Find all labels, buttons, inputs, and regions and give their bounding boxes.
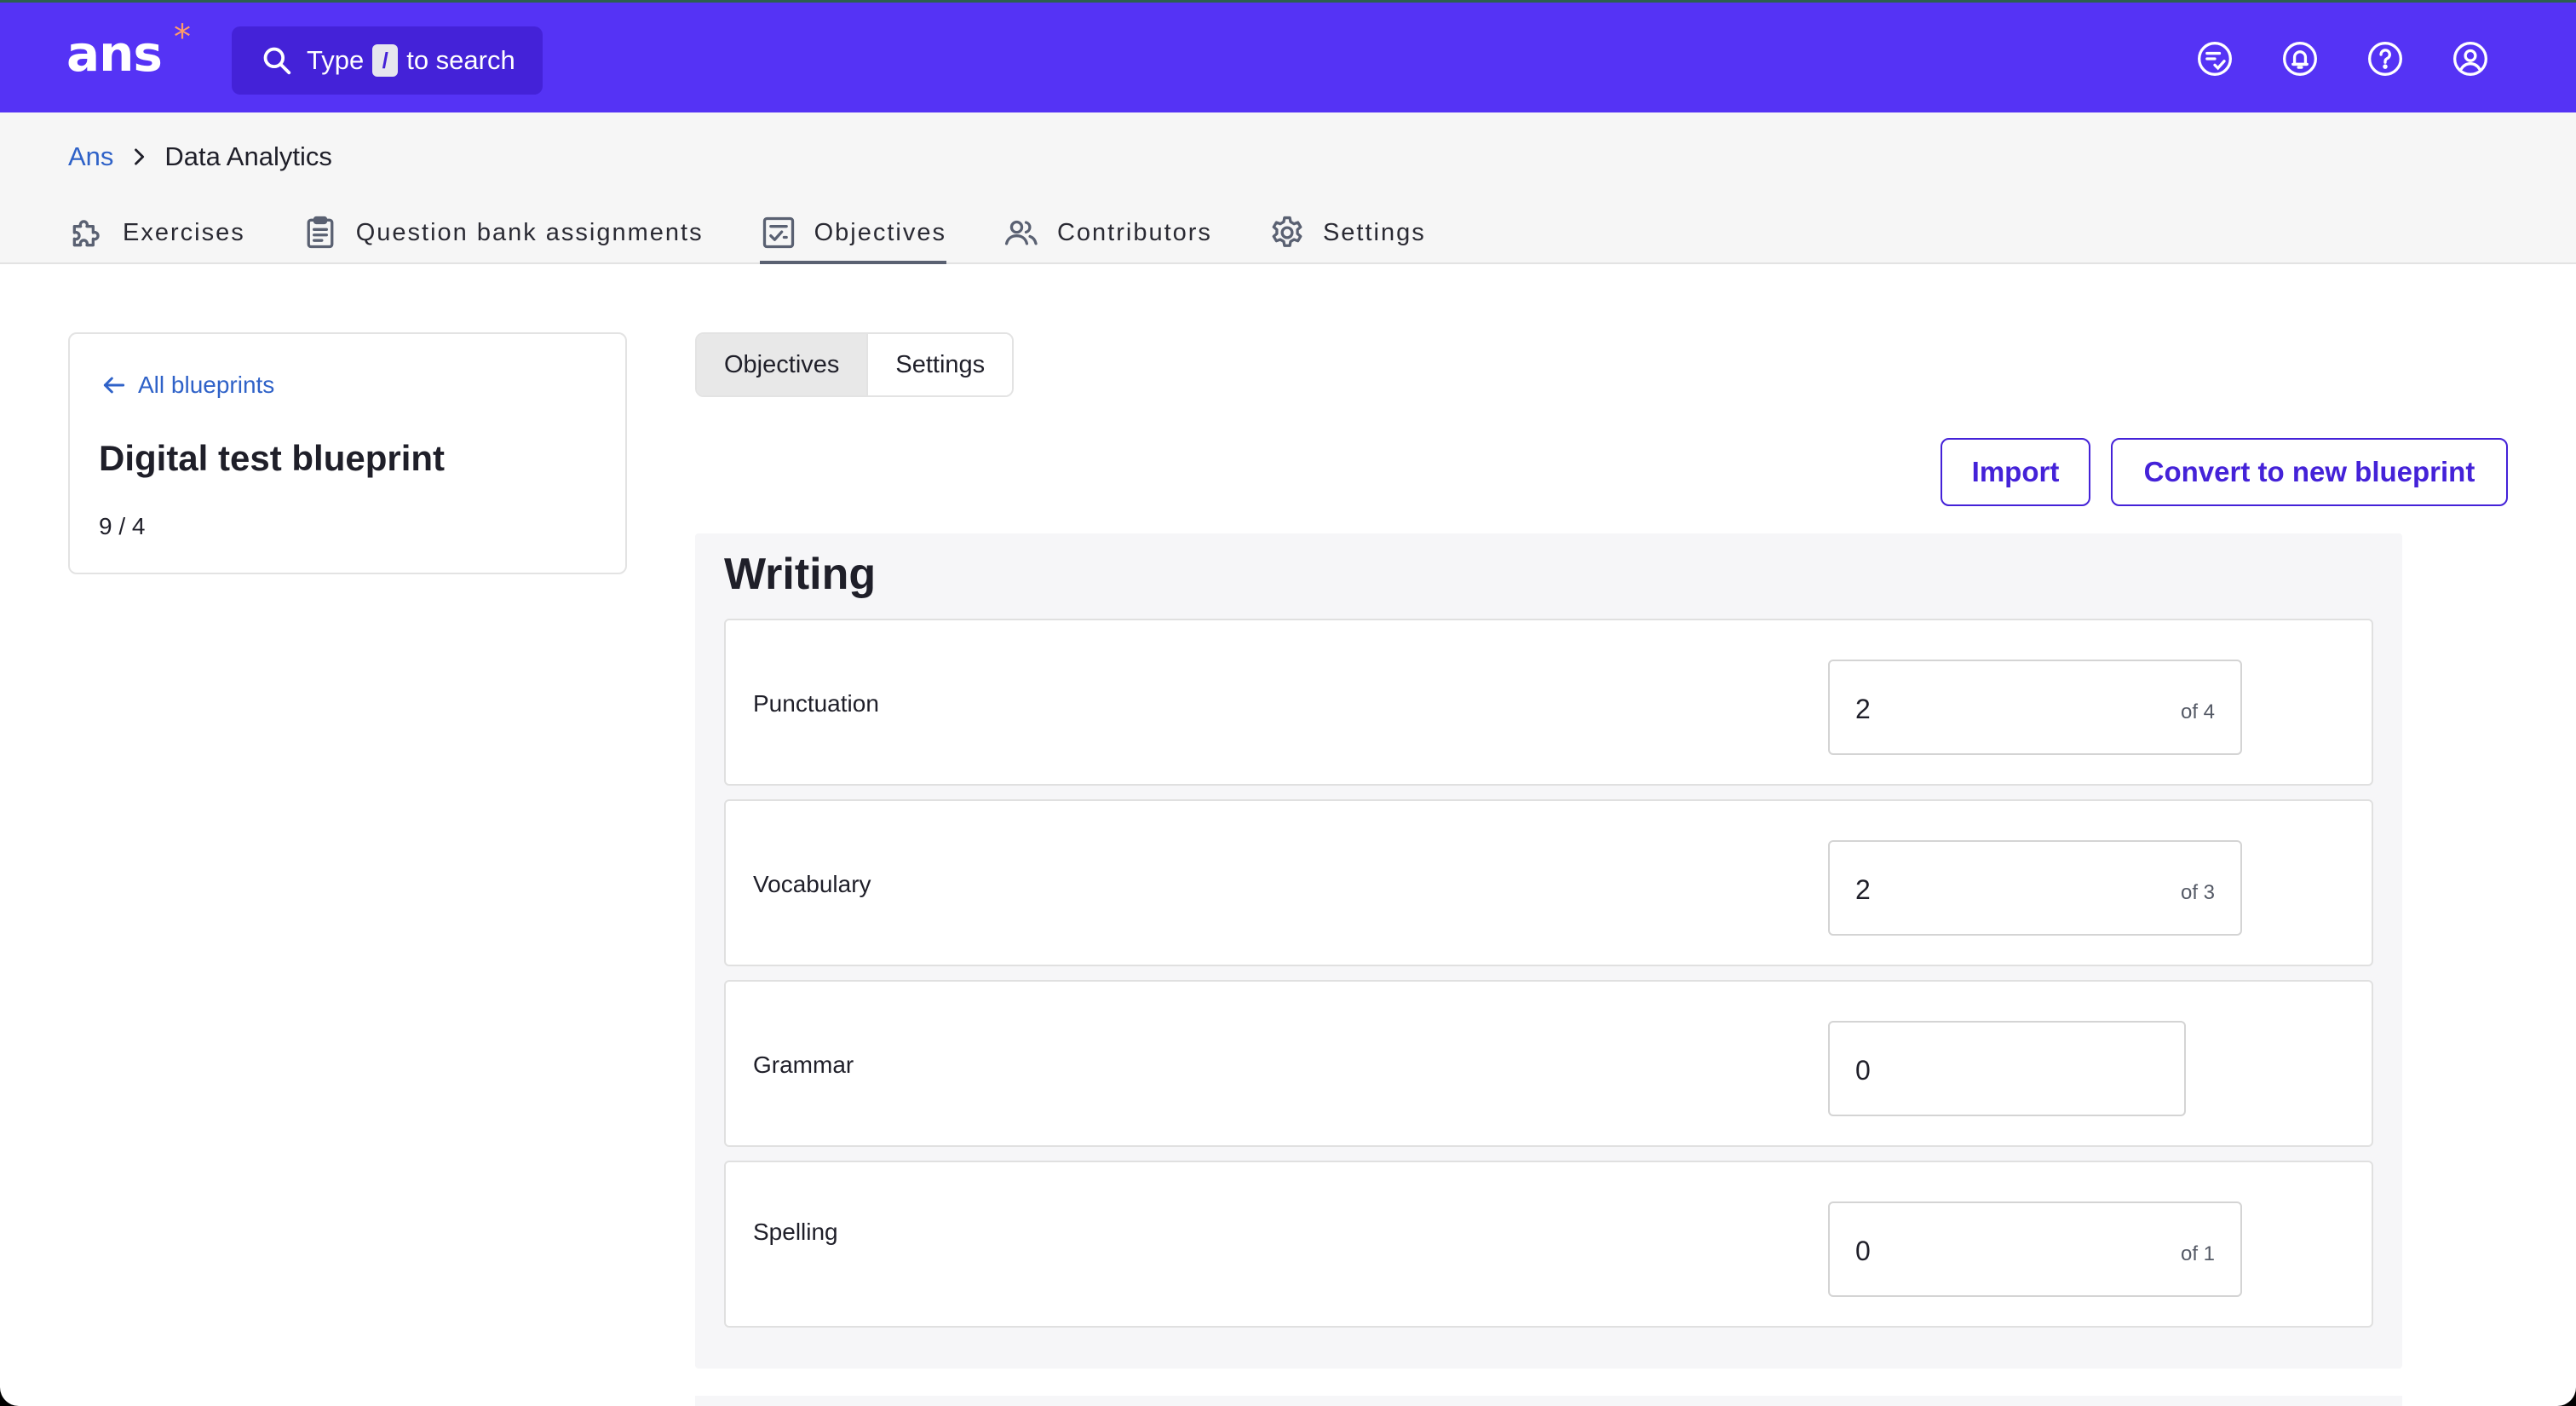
users-icon bbox=[1004, 220, 1038, 245]
sub-header: Ans Data Analytics Exercises Question ba… bbox=[0, 112, 2576, 264]
clipboard-icon bbox=[307, 216, 334, 249]
objective-row: Grammar 0 bbox=[724, 980, 2373, 1147]
tab-question-bank-label: Question bank assignments bbox=[355, 218, 704, 246]
search-input[interactable]: Type / to search bbox=[232, 26, 543, 95]
tab-exercises-label: Exercises bbox=[123, 218, 245, 246]
next-section-edge bbox=[695, 1396, 2402, 1406]
account-icon[interactable] bbox=[2452, 40, 2489, 78]
search-icon bbox=[263, 47, 291, 75]
blueprint-card: All blueprints Digital test blueprint 9 … bbox=[68, 332, 627, 574]
checkbox-list-icon bbox=[762, 216, 794, 249]
objective-count-max: of 1 bbox=[2180, 1242, 2215, 1265]
help-icon[interactable] bbox=[2366, 40, 2404, 78]
search-shortcut-key: / bbox=[372, 44, 399, 77]
chevron-right-icon bbox=[135, 148, 145, 165]
tab-question-bank-assignments[interactable]: Question bank assignments bbox=[302, 205, 704, 261]
tab-exercises[interactable]: Exercises bbox=[68, 205, 245, 261]
ans-logo[interactable]: ans * bbox=[66, 18, 191, 83]
puzzle-icon bbox=[72, 220, 100, 247]
objective-row: Punctuation 2 of 4 bbox=[724, 619, 2373, 786]
breadcrumb-current: Data Analytics bbox=[164, 141, 332, 171]
logo-asterisk: * bbox=[174, 18, 191, 57]
segment-objectives[interactable]: Objectives bbox=[697, 334, 869, 395]
search-suffix: to search bbox=[406, 45, 515, 75]
objective-count-value: 0 bbox=[1855, 1055, 1871, 1086]
objective-count-input[interactable]: 2 of 3 bbox=[1828, 840, 2242, 936]
convert-to-new-blueprint-button[interactable]: Convert to new blueprint bbox=[2111, 438, 2508, 506]
import-button[interactable]: Import bbox=[1941, 438, 2090, 506]
all-blueprints-label: All blueprints bbox=[138, 372, 275, 398]
objective-count-input[interactable]: 0 bbox=[1828, 1021, 2186, 1116]
objective-label: Grammar bbox=[753, 1052, 854, 1078]
objective-count-value: 2 bbox=[1855, 874, 1871, 905]
objective-row: Spelling 0 of 1 bbox=[724, 1161, 2373, 1328]
objective-count-max: of 4 bbox=[2180, 700, 2215, 723]
tab-objectives-label: Objectives bbox=[814, 218, 946, 246]
objective-count-value: 2 bbox=[1855, 694, 1871, 724]
tab-settings[interactable]: Settings bbox=[1268, 205, 1426, 261]
tab-bar: Exercises Question bank assignments Obje… bbox=[68, 205, 1482, 264]
objective-count-input[interactable]: 0 of 1 bbox=[1828, 1201, 2242, 1297]
top-icons bbox=[2196, 40, 2489, 78]
breadcrumb: Ans Data Analytics bbox=[68, 141, 332, 172]
segment-settings[interactable]: Settings bbox=[868, 334, 1013, 395]
objective-count-value: 0 bbox=[1855, 1236, 1871, 1266]
gear-icon bbox=[1272, 216, 1302, 247]
view-toggle: Objectives Settings bbox=[695, 332, 1015, 397]
breadcrumb-root-link[interactable]: Ans bbox=[68, 141, 113, 172]
objective-label: Punctuation bbox=[753, 690, 879, 717]
objective-row: Vocabulary 2 of 3 bbox=[724, 799, 2373, 966]
all-blueprints-link[interactable]: All blueprints bbox=[101, 372, 274, 399]
objective-count-input[interactable]: 2 of 4 bbox=[1828, 660, 2242, 755]
top-bar: ans * Type / to search bbox=[0, 0, 2576, 112]
objective-section: Writing Punctuation 2 of 4 Vocabulary 2 … bbox=[695, 533, 2402, 1369]
tab-contributors-label: Contributors bbox=[1056, 218, 1212, 246]
search-prefix: Type bbox=[307, 45, 365, 75]
objective-label: Spelling bbox=[753, 1219, 838, 1245]
checklist-icon[interactable] bbox=[2196, 40, 2234, 78]
blueprint-title: Digital test blueprint bbox=[99, 438, 446, 478]
tab-contributors[interactable]: Contributors bbox=[1003, 205, 1212, 261]
tab-objectives[interactable]: Objectives bbox=[759, 205, 946, 264]
bell-icon[interactable] bbox=[2281, 40, 2319, 78]
tab-settings-label: Settings bbox=[1322, 218, 1426, 246]
arrow-left-icon bbox=[103, 377, 125, 394]
logo-text: ans bbox=[66, 25, 163, 83]
blueprint-count: 9 / 4 bbox=[99, 513, 146, 539]
section-title: Writing bbox=[724, 550, 877, 599]
objective-label: Vocabulary bbox=[753, 871, 871, 897]
objective-count-max: of 3 bbox=[2180, 881, 2215, 904]
app-window: ans * Type / to search Ans Data Analytics… bbox=[0, 0, 2576, 1406]
